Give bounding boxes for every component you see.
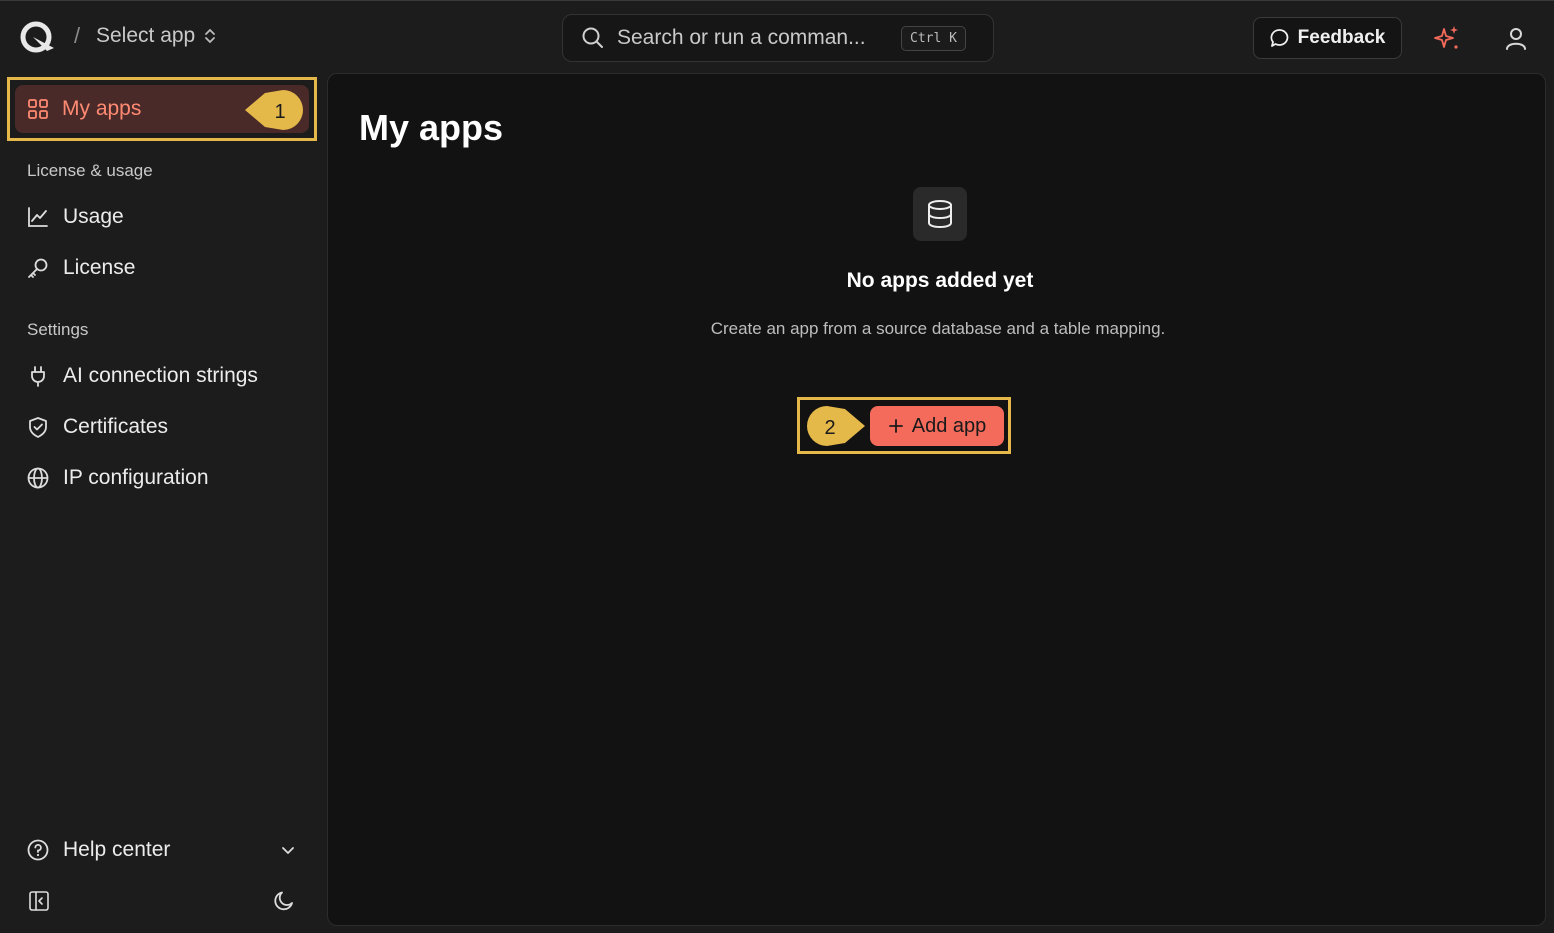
feedback-label: Feedback	[1297, 27, 1386, 48]
sidebar-item-label: IP configuration	[63, 466, 209, 489]
breadcrumb-separator: /	[74, 23, 81, 48]
section-label-license-usage: License & usage	[27, 161, 153, 180]
search-icon	[582, 27, 603, 48]
help-center-toggle[interactable]: Help center	[27, 833, 297, 867]
select-app-dropdown[interactable]: Select app	[96, 24, 217, 48]
plug-icon	[31, 366, 45, 387]
sidebar-collapse-icon[interactable]	[28, 890, 50, 912]
step-callout-1: 1	[245, 90, 303, 130]
sidebar-item-label: Certificates	[63, 415, 169, 438]
plus-icon	[888, 419, 903, 433]
empty-state-icon-box	[913, 187, 967, 241]
key-icon	[28, 258, 48, 278]
chat-bubble-icon	[1270, 29, 1288, 47]
main-panel: My apps No apps added yet Create an app …	[327, 73, 1546, 926]
sidebar-item-label: Usage	[63, 205, 124, 228]
database-icon	[928, 200, 952, 229]
help-center-label: Help center	[63, 838, 171, 861]
help-circle-icon	[27, 839, 49, 861]
empty-state-title: No apps added yet	[846, 269, 1034, 292]
add-app-button[interactable]: Add app	[870, 406, 1004, 446]
sidebar: My apps 1 License & usage Usage License …	[0, 73, 327, 933]
add-app-label: Add app	[911, 414, 987, 437]
page-title: My apps	[359, 107, 504, 148]
chevron-down-icon	[282, 847, 294, 854]
search-placeholder: Search or run a comman...	[617, 26, 866, 49]
chart-line-icon	[28, 207, 48, 227]
sidebar-item-ai-connection-strings[interactable]: AI connection strings	[27, 359, 258, 393]
sidebar-item-label: AI connection strings	[63, 364, 258, 387]
sidebar-item-license[interactable]: License	[27, 251, 135, 285]
sidebar-item-label: My apps	[62, 97, 142, 120]
shield-icon	[29, 417, 47, 438]
sidebar-item-usage[interactable]: Usage	[27, 200, 124, 234]
keyboard-shortcut-hint: Ctrl K	[901, 25, 966, 51]
step-callout-2: 2	[807, 406, 865, 446]
logo-icon[interactable]	[19, 21, 57, 55]
callout-number: 2	[824, 417, 835, 439]
sparkle-icon[interactable]	[1432, 23, 1462, 53]
empty-state-subtitle: Create an app from a source database and…	[710, 319, 1166, 338]
sidebar-item-label: License	[63, 256, 136, 279]
feedback-button[interactable]: Feedback	[1253, 17, 1402, 59]
globe-icon	[27, 467, 49, 489]
user-icon[interactable]	[1503, 25, 1529, 51]
top-bar: / Select app Search or run a comman... C…	[0, 0, 1554, 73]
section-label-settings: Settings	[27, 320, 89, 339]
sidebar-item-certificates[interactable]: Certificates	[27, 410, 168, 444]
moon-icon[interactable]	[272, 889, 296, 913]
chevron-up-down-icon	[205, 28, 216, 44]
grid-icon	[28, 99, 48, 119]
command-search[interactable]: Search or run a comman... Ctrl K	[562, 14, 994, 62]
select-app-label: Select app	[96, 24, 196, 47]
callout-number: 1	[274, 101, 285, 123]
sidebar-item-ip-configuration[interactable]: IP configuration	[27, 461, 209, 495]
